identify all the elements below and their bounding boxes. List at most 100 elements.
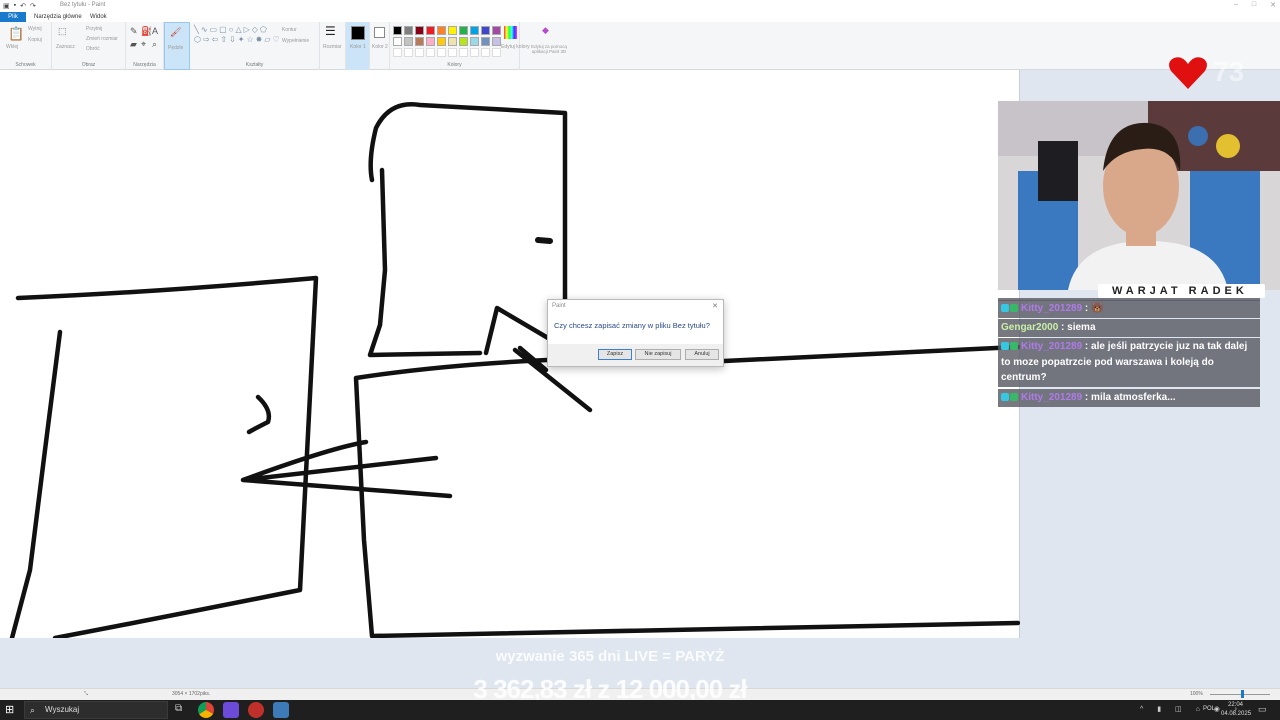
fill-button[interactable]: Wypełnienie (282, 38, 309, 44)
cut-button[interactable]: Wytnij (28, 26, 42, 32)
empty-swatch[interactable] (415, 48, 424, 57)
undo-icon[interactable]: ↶ (20, 2, 26, 10)
empty-swatch[interactable] (404, 48, 413, 57)
tab-home[interactable]: Narzędzia główne (30, 12, 86, 22)
select-icon[interactable]: ⬚ (58, 26, 67, 37)
text-icon[interactable]: A (152, 26, 158, 36)
brush-icon[interactable]: 🖌 (170, 27, 181, 38)
save-button[interactable]: Zapisz (598, 349, 632, 360)
color-swatch[interactable] (459, 37, 468, 46)
stroke-line-right (721, 344, 1020, 364)
color-swatch[interactable] (470, 37, 479, 46)
shapes-gallery-row2-icon[interactable]: ⬡⇨⇦⇧⇩✦☆✸▱♡ (194, 35, 282, 44)
color-swatch[interactable] (437, 26, 446, 35)
maximize-icon[interactable]: □ (1252, 1, 1256, 9)
empty-swatch[interactable] (393, 48, 402, 57)
shapes-group: ╲∿▭▢○△▷◇⬠ ⬡⇨⇦⇧⇩✦☆✸▱♡ Kontur Wypełnienie … (190, 22, 320, 70)
rotate-button[interactable]: Obróć (86, 46, 100, 52)
color-swatch[interactable] (426, 37, 435, 46)
empty-swatch[interactable] (459, 48, 468, 57)
color2-button[interactable]: Kolor 2 (370, 22, 390, 70)
app-icon[interactable] (223, 702, 239, 718)
fill-icon[interactable]: ⛽ (141, 26, 152, 37)
subscriber-badge-icon (1001, 304, 1009, 312)
color2-swatch (374, 27, 385, 38)
image-group-label: Obraz (81, 62, 96, 68)
subscriber-badge-icon (1001, 393, 1009, 401)
dont-save-button[interactable]: Nie zapisuj (635, 349, 681, 360)
stream-chat: Kitty_201289 : 🐻 Gengar2000 : siema Kitt… (998, 298, 1261, 408)
color-swatch[interactable] (459, 26, 468, 35)
paste-icon[interactable]: 📋 (8, 26, 24, 42)
color-picker-icon[interactable]: ⌖ (141, 39, 146, 50)
paste-button[interactable]: Wklej (6, 44, 18, 50)
color-swatch[interactable] (393, 26, 402, 35)
close-icon[interactable]: ✕ (1270, 1, 1276, 9)
menu-bar: Plik Narzędzia główne Widok (0, 11, 1280, 22)
drawing-canvas[interactable] (0, 70, 1020, 638)
clock-time[interactable]: 22:04 (1228, 702, 1243, 708)
record-app-icon[interactable] (248, 702, 264, 718)
minimize-icon[interactable]: – (1234, 1, 1238, 9)
empty-swatch[interactable] (426, 48, 435, 57)
start-icon[interactable]: ⊞ (5, 703, 14, 716)
save-icon[interactable]: ▪ (14, 2, 16, 10)
tab-file[interactable]: Plik (0, 12, 26, 22)
color-swatch[interactable] (426, 26, 435, 35)
size-group[interactable]: ☰ Rozmiar (320, 22, 346, 70)
line-size-icon[interactable]: ☰ (325, 24, 336, 38)
color-swatch[interactable] (481, 37, 490, 46)
empty-swatch[interactable] (448, 48, 457, 57)
empty-swatch[interactable] (481, 48, 490, 57)
clipboard-group: 📋 Wklej Wytnij Kopiuj Schowek (0, 22, 52, 70)
color-swatch[interactable] (448, 37, 457, 46)
dialog-title: Paint (552, 303, 566, 309)
resize-button[interactable]: Zmień rozmiar (86, 36, 118, 42)
color-swatch[interactable] (437, 37, 446, 46)
color-swatch[interactable] (393, 37, 402, 46)
paint3d-label: Edytuj za pomocą aplikacji Paint 3D (531, 44, 567, 54)
color-swatch[interactable] (404, 26, 413, 35)
heart-count: 73 (1213, 56, 1245, 87)
color-swatch[interactable] (415, 26, 424, 35)
cancel-button[interactable]: Anuluj (685, 349, 719, 360)
paint-taskbar-icon[interactable] (273, 702, 289, 718)
notifications-icon[interactable]: ▭ (1258, 704, 1267, 715)
image-group: ⬚ Zaznacz Przytnij Zmień rozmiar Obróć O… (52, 22, 126, 70)
zoom-slider-thumb[interactable] (1241, 690, 1244, 698)
chrome-icon[interactable] (198, 702, 214, 718)
color1-button[interactable]: Kolor 1 (346, 22, 370, 70)
brushes-label: Pędzle (168, 45, 184, 51)
magnifier-icon[interactable]: ⌕ (152, 39, 157, 50)
challenge-text: wyzwanie 365 dni LIVE = PARYŻ (495, 648, 725, 665)
eraser-icon[interactable]: ▰ (130, 39, 137, 50)
window-title: Bez tytułu - Paint (60, 2, 106, 8)
tab-view[interactable]: Widok (86, 12, 111, 22)
taskbar-search[interactable]: ⌕ Wyszukaj (24, 701, 168, 719)
color1-label: Kolor 1 (350, 44, 366, 50)
empty-swatch[interactable] (470, 48, 479, 57)
paint3d-button[interactable]: ◆ Edytuj za pomocą aplikacji Paint 3D (524, 22, 572, 70)
outline-button[interactable]: Kontur (282, 27, 297, 33)
task-view-icon[interactable]: ⧉ (175, 703, 182, 714)
dialog-close-icon[interactable]: ✕ (712, 302, 718, 310)
brushes-group[interactable]: 🖌 Pędzle (164, 22, 190, 70)
crop-button[interactable]: Przytnij (86, 26, 102, 32)
color-swatch[interactable] (448, 26, 457, 35)
clock-date[interactable]: 04.08.2025 (1221, 711, 1251, 717)
select-button[interactable]: Zaznacz (56, 44, 75, 50)
chat-username: Gengar2000 (1001, 322, 1059, 333)
edit-colors-button[interactable]: Edytuj kolory (500, 22, 530, 70)
gift-badge-icon (1010, 342, 1018, 350)
redo-icon[interactable]: ↷ (30, 2, 36, 10)
color-swatch[interactable] (470, 26, 479, 35)
empty-swatch[interactable] (437, 48, 446, 57)
color-swatch[interactable] (404, 37, 413, 46)
pencil-icon[interactable]: ✎ (130, 26, 138, 37)
shapes-gallery-icon[interactable]: ╲∿▭▢○△▷◇⬠ (194, 25, 269, 34)
color-swatch[interactable] (415, 37, 424, 46)
language-indicator[interactable]: POL (1203, 706, 1215, 712)
stroke-head (368, 102, 568, 305)
copy-button[interactable]: Kopiuj (28, 37, 42, 43)
color-swatch[interactable] (481, 26, 490, 35)
